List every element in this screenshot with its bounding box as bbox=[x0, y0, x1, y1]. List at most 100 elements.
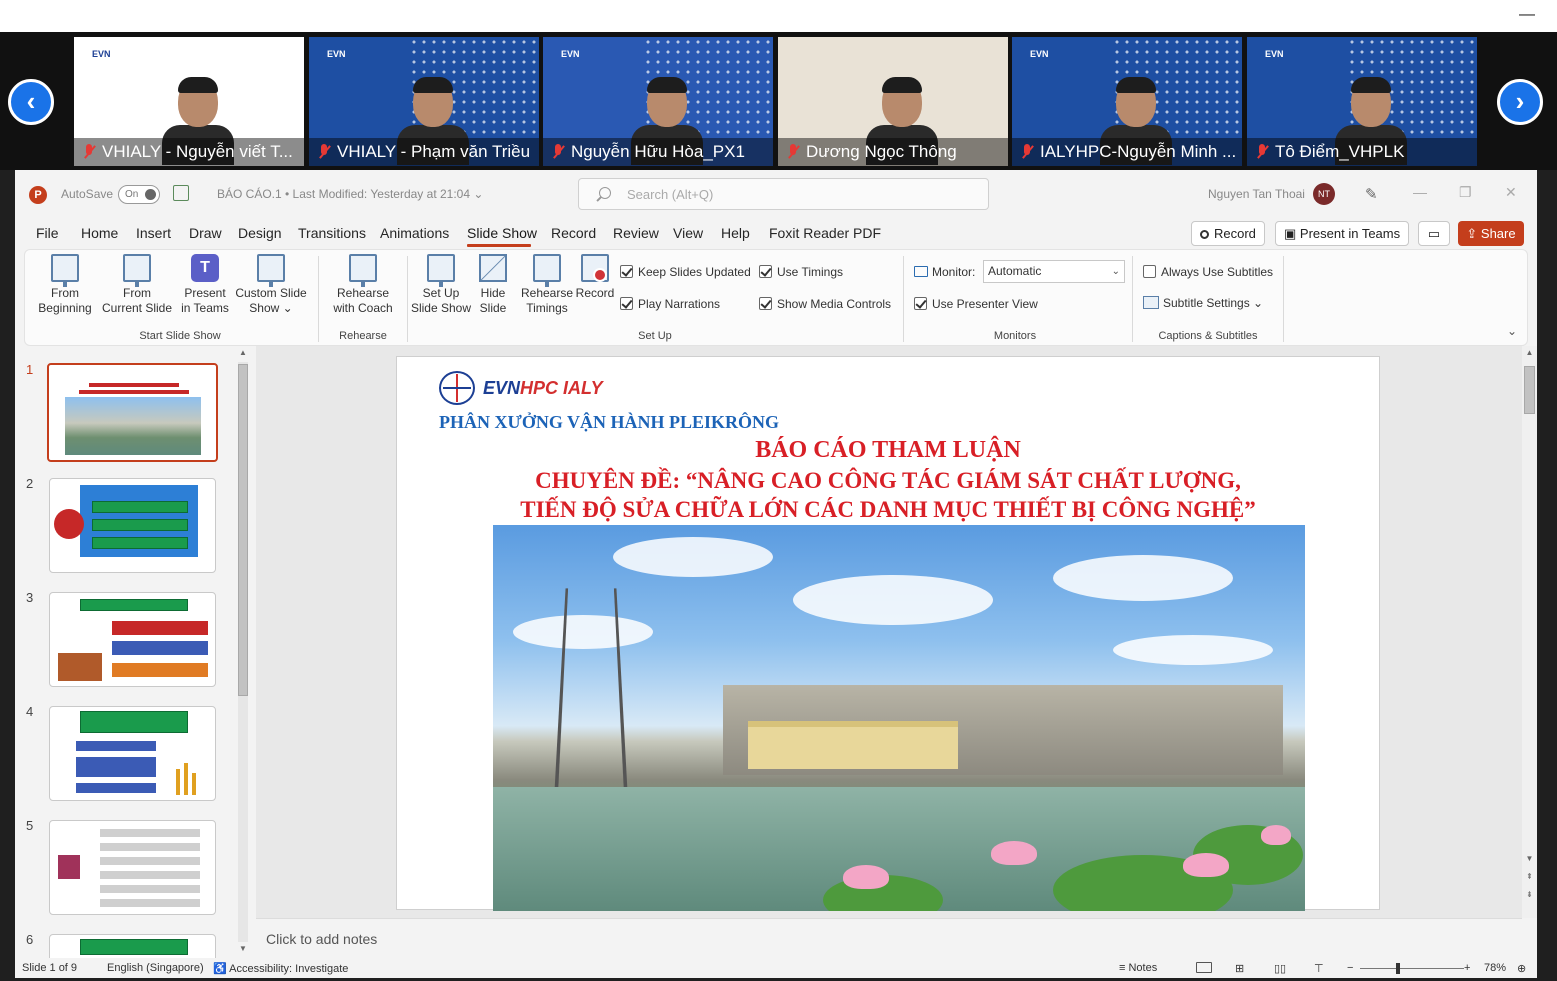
language-status[interactable]: English (Singapore) bbox=[107, 962, 204, 974]
tab-transitions[interactable]: Transitions bbox=[298, 225, 366, 241]
zoom-slider[interactable] bbox=[1360, 968, 1464, 969]
notes-pane[interactable]: Click to add notes bbox=[256, 918, 1522, 958]
thumbnail-number: 6 bbox=[26, 932, 34, 947]
next-slide-icon[interactable]: ⇟ bbox=[1524, 890, 1535, 899]
scrollbar-thumb[interactable] bbox=[1524, 366, 1535, 414]
search-placeholder: Search (Alt+Q) bbox=[627, 187, 714, 202]
tab-foxit[interactable]: Foxit Reader PDF bbox=[769, 225, 881, 241]
slide-scrollbar[interactable]: ▲ ▼ ⇞ ⇟ bbox=[1522, 346, 1537, 918]
pen-icon[interactable]: ✎ bbox=[1365, 185, 1379, 203]
set-up-slide-show-button[interactable]: Set Up Slide Show bbox=[409, 254, 473, 316]
present-in-teams-button[interactable]: ▣ Present in Teams bbox=[1275, 221, 1410, 246]
zoom-level[interactable]: 78% bbox=[1484, 962, 1506, 974]
slide-thumbnail-1[interactable] bbox=[47, 363, 218, 462]
tab-help[interactable]: Help bbox=[721, 225, 750, 241]
participant-tile[interactable]: EVN Tô Điểm_VHPLK bbox=[1247, 37, 1477, 166]
rehearse-with-coach-button[interactable]: Rehearse with Coach bbox=[325, 254, 401, 316]
rehearse-timings-button[interactable]: Rehearse Timings bbox=[519, 254, 575, 316]
ribbon-divider bbox=[1283, 256, 1284, 342]
save-icon[interactable] bbox=[173, 185, 189, 201]
scroll-down-icon[interactable]: ▼ bbox=[238, 944, 248, 953]
fit-to-window-icon[interactable]: ⊕ bbox=[1517, 962, 1526, 975]
zoom-in-button[interactable]: + bbox=[1464, 962, 1470, 974]
hide-slide-button[interactable]: Hide Slide bbox=[473, 254, 513, 316]
tab-record[interactable]: Record bbox=[551, 225, 596, 241]
window-minimize-icon[interactable]: — bbox=[1413, 184, 1427, 200]
window-restore-icon[interactable]: ❐ bbox=[1459, 184, 1472, 201]
present-in-teams-ribbon-button[interactable]: T Present in Teams bbox=[179, 254, 231, 316]
scroll-up-icon[interactable]: ▲ bbox=[238, 348, 248, 357]
zoom-out-button[interactable]: − bbox=[1347, 962, 1353, 974]
current-slide[interactable]: EVNHPC IALY PHÂN XƯỞNG VẬN HÀNH PLEIKRÔN… bbox=[396, 356, 1380, 911]
use-timings-checkbox[interactable]: Use Timings bbox=[759, 265, 843, 279]
record-ribbon-button[interactable]: Record bbox=[575, 254, 615, 301]
play-narrations-checkbox[interactable]: Play Narrations bbox=[620, 297, 720, 311]
tab-insert[interactable]: Insert bbox=[136, 225, 171, 241]
tab-draw[interactable]: Draw bbox=[189, 225, 222, 241]
slide-thumbnail-2[interactable] bbox=[49, 478, 216, 573]
participant-tile[interactable]: EVN IALYHPC-Nguyễn Minh ... bbox=[1012, 37, 1242, 166]
slide-title-line-1: BÁO CÁO THAM LUẬN bbox=[755, 437, 1021, 463]
participant-tile[interactable]: EVN VHIALY - Phạm văn Triều bbox=[309, 37, 539, 166]
share-button[interactable]: ⇪ Share bbox=[1458, 221, 1524, 246]
window-close-icon[interactable]: ✕ bbox=[1505, 184, 1517, 201]
use-presenter-view-checkbox[interactable]: Use Presenter View bbox=[914, 297, 1038, 311]
hide-slide-icon bbox=[479, 254, 507, 282]
tab-view[interactable]: View bbox=[673, 225, 703, 241]
slide-sorter-icon[interactable]: ⊞ bbox=[1235, 962, 1244, 975]
keep-slides-updated-checkbox[interactable]: Keep Slides Updated bbox=[620, 265, 751, 279]
tab-file[interactable]: File bbox=[36, 225, 59, 241]
evn-logo-icon: EVN bbox=[561, 49, 580, 59]
thumbnails-scrollbar[interactable]: ▲ ▼ bbox=[236, 348, 250, 956]
scroll-down-icon[interactable]: ▼ bbox=[1524, 854, 1535, 863]
from-current-slide-button[interactable]: From Current Slide bbox=[97, 254, 177, 316]
show-media-controls-checkbox[interactable]: Show Media Controls bbox=[759, 297, 891, 311]
previous-slide-icon[interactable]: ⇞ bbox=[1524, 872, 1535, 881]
coach-icon bbox=[349, 254, 377, 287]
always-use-subtitles-checkbox[interactable]: Always Use Subtitles bbox=[1143, 265, 1273, 279]
document-title[interactable]: BÁO CÁO.1 • Last Modified: Yesterday at … bbox=[217, 187, 483, 201]
slide-thumbnail-3[interactable] bbox=[49, 592, 216, 687]
slide-show-view-icon[interactable]: ⊤ bbox=[1314, 962, 1324, 975]
tab-animations[interactable]: Animations bbox=[380, 225, 449, 241]
tab-home[interactable]: Home bbox=[81, 225, 118, 241]
comments-button[interactable]: ▭ bbox=[1418, 221, 1450, 246]
tab-design[interactable]: Design bbox=[238, 225, 282, 241]
custom-slide-show-button[interactable]: Custom Slide Show ⌄ bbox=[233, 254, 309, 316]
search-box[interactable]: Search (Alt+Q) bbox=[578, 178, 989, 210]
scrollbar-thumb[interactable] bbox=[238, 364, 248, 696]
evn-logo-icon: EVN bbox=[92, 49, 111, 59]
group-label-start: Start Slide Show bbox=[139, 330, 221, 342]
participant-tile[interactable]: EVN VHIALY - Nguyễn viết T... bbox=[74, 37, 304, 166]
scroll-up-icon[interactable]: ▲ bbox=[1524, 348, 1535, 357]
reading-view-icon[interactable]: ▯▯ bbox=[1274, 962, 1286, 975]
subtitle-icon bbox=[1143, 296, 1159, 309]
avatar[interactable]: NT bbox=[1313, 183, 1335, 205]
evn-logo-icon bbox=[439, 371, 479, 405]
autosave-toggle[interactable]: On bbox=[118, 185, 160, 204]
monitor-select[interactable]: Automatic ⌄ bbox=[983, 260, 1125, 283]
participant-tile[interactable]: EVN Nguyễn Hữu Hòa_PX1 bbox=[543, 37, 773, 166]
slide-thumbnail-4[interactable] bbox=[49, 706, 216, 801]
notes-button[interactable]: ≡ Notes bbox=[1119, 962, 1157, 974]
mic-muted-icon bbox=[1254, 143, 1270, 161]
active-tab-indicator bbox=[467, 244, 531, 247]
accessibility-status[interactable]: ♿ Accessibility: Investigate bbox=[213, 962, 348, 975]
tab-slide-show[interactable]: Slide Show bbox=[467, 225, 537, 241]
timer-icon bbox=[533, 254, 561, 287]
participant-tile[interactable]: Dương Ngọc Thông bbox=[778, 37, 1008, 166]
minimize-icon[interactable]: — bbox=[1519, 7, 1535, 23]
collapse-ribbon-icon[interactable]: ⌄ bbox=[1507, 324, 1517, 338]
tab-review[interactable]: Review bbox=[613, 225, 659, 241]
slide-thumbnail-6[interactable] bbox=[49, 934, 216, 958]
subtitle-settings-button[interactable]: Subtitle Settings ⌄ bbox=[1143, 296, 1263, 310]
gallery-prev-button[interactable]: ‹ bbox=[8, 79, 54, 125]
zoom-slider-handle[interactable] bbox=[1396, 963, 1400, 974]
from-beginning-button[interactable]: From Beginning bbox=[37, 254, 93, 316]
gallery-next-button[interactable]: › bbox=[1497, 79, 1543, 125]
slide-thumbnail-5[interactable] bbox=[49, 820, 216, 915]
normal-view-icon[interactable] bbox=[1196, 962, 1212, 975]
ribbon-divider bbox=[318, 256, 319, 342]
ribbon-divider bbox=[1132, 256, 1133, 342]
record-button[interactable]: Record bbox=[1191, 221, 1265, 246]
